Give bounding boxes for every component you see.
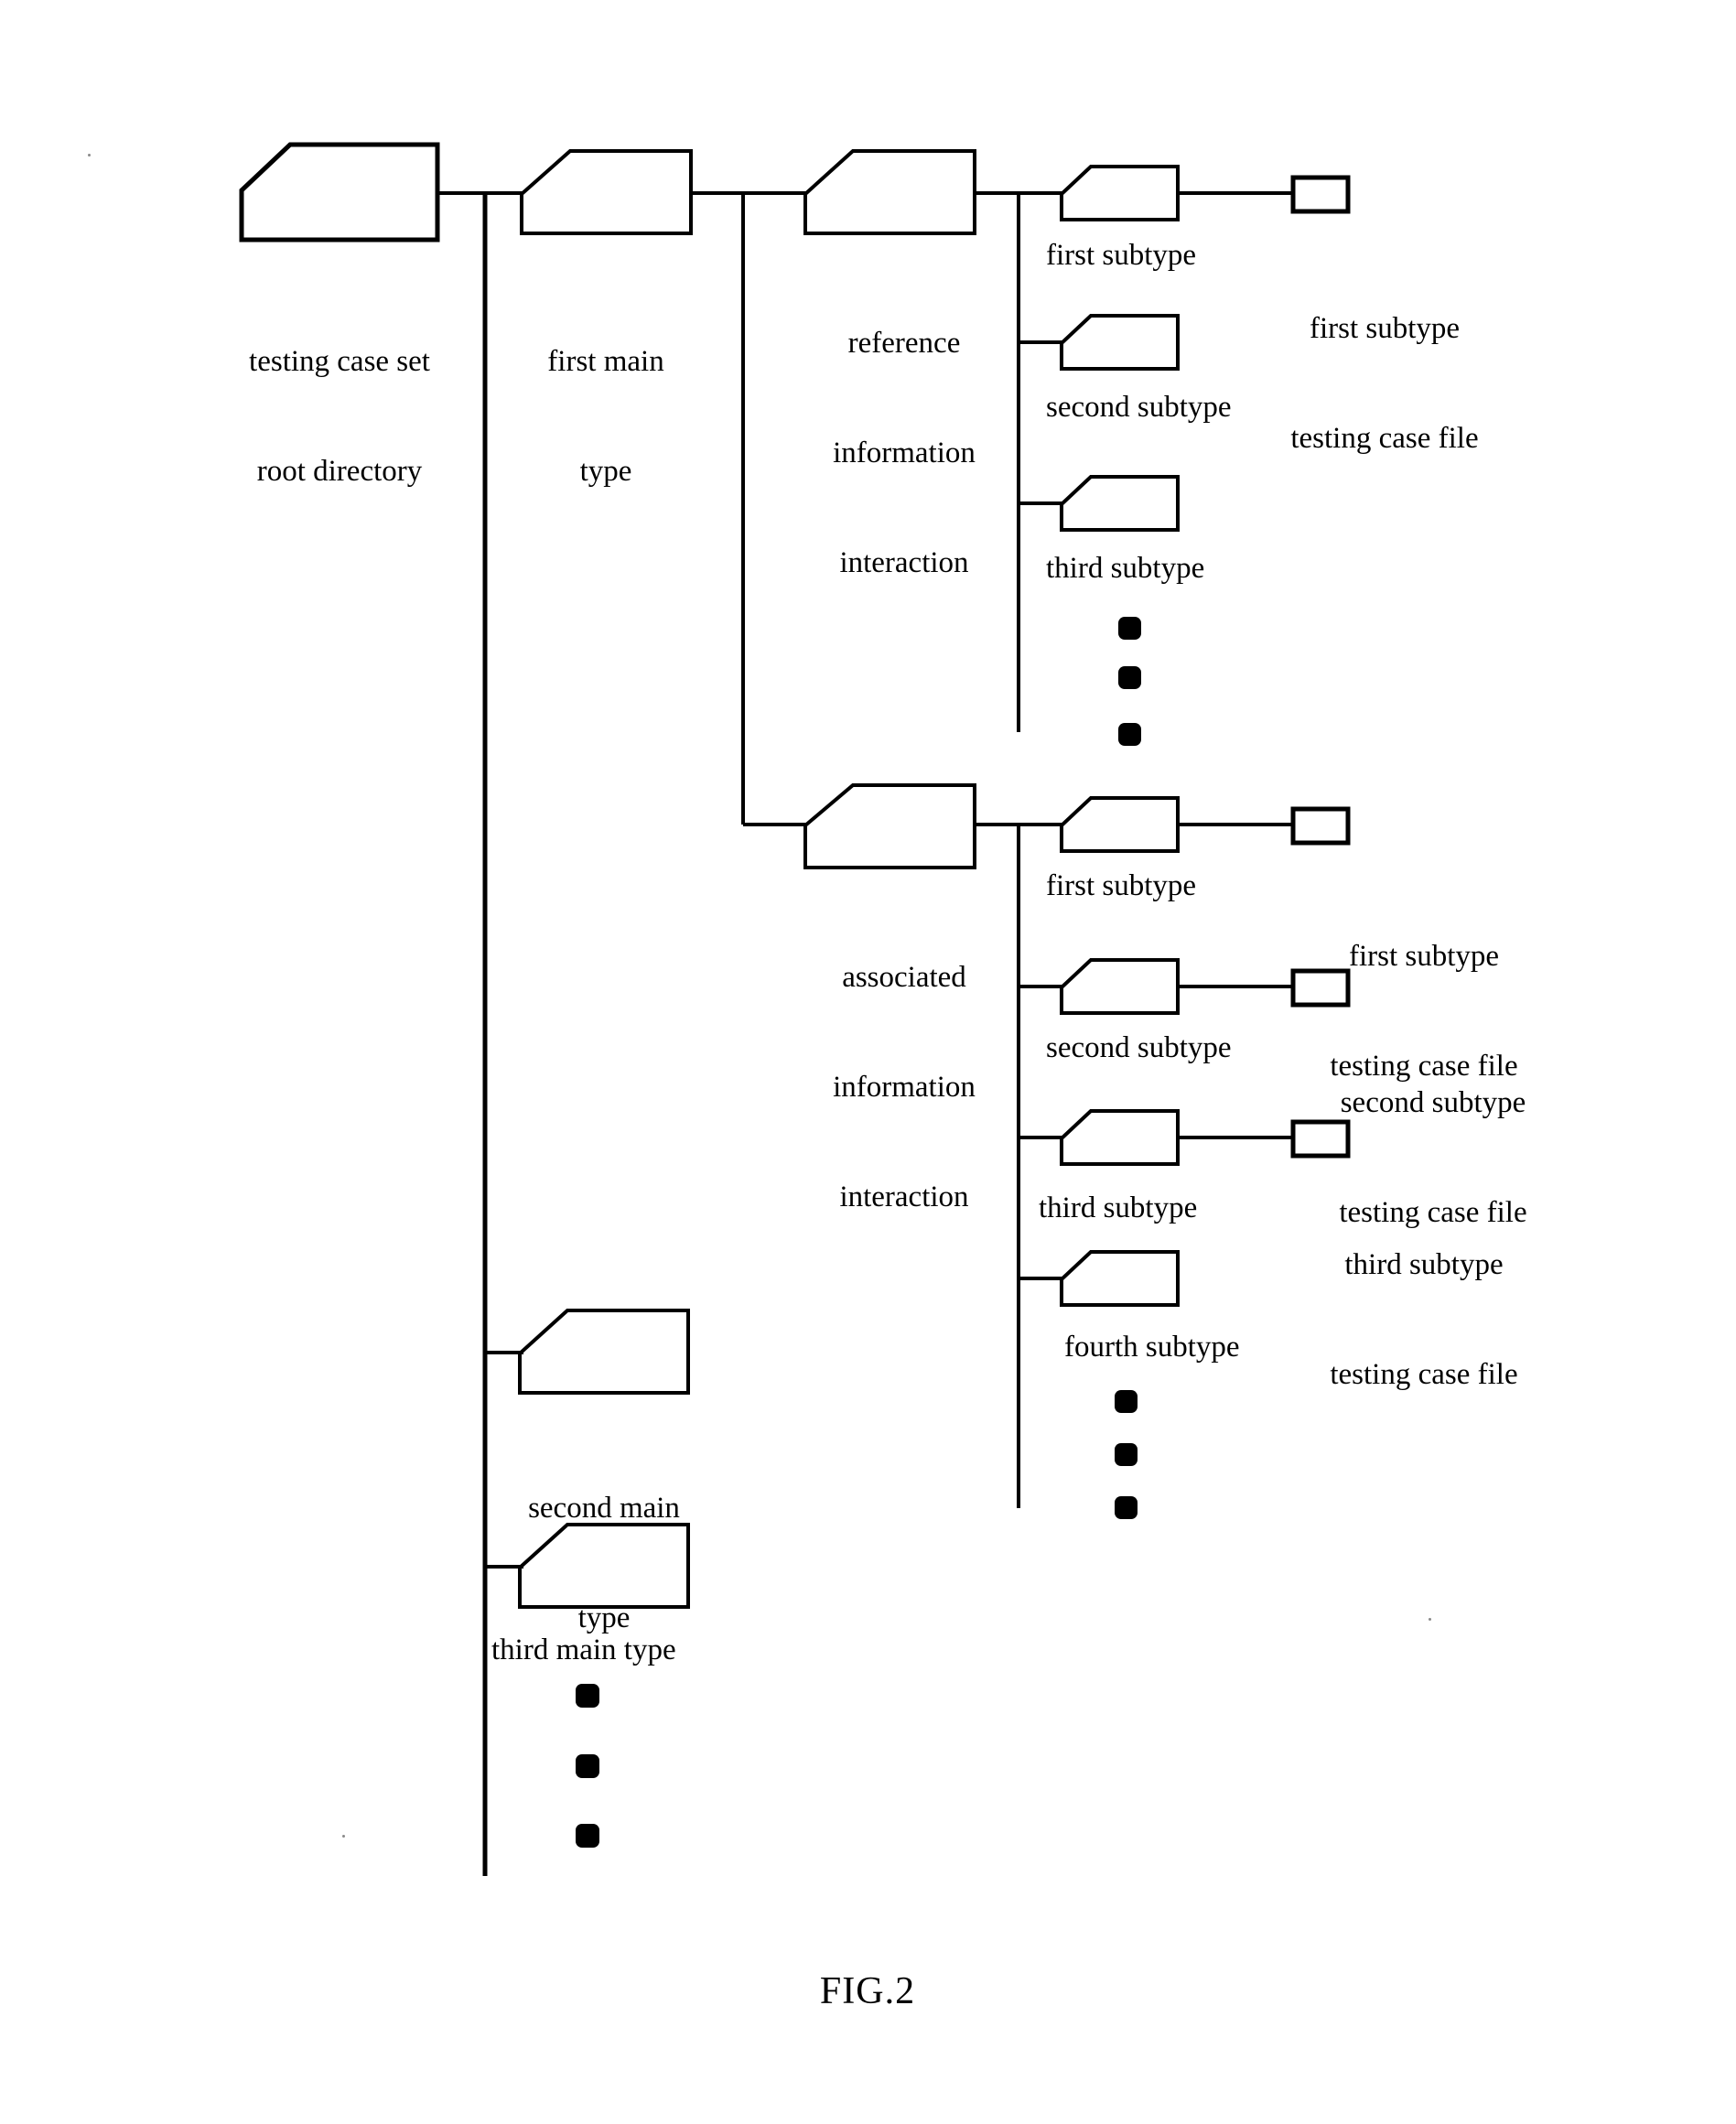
label-associated-subtype-3-file-line2: testing case file	[1330, 1358, 1518, 1391]
folder-icon-reference-subtype-2	[1060, 314, 1180, 371]
label-associated-subtype-3-file: third subtype testing case file	[1259, 1173, 1589, 1466]
figure-caption: FIG.2	[819, 1970, 916, 2012]
folder-icon-associated-subtype-3	[1060, 1109, 1180, 1166]
label-reference-subtype-1-file-line1: first subtype	[1309, 312, 1461, 345]
label-associated-line2: information	[833, 1071, 976, 1104]
label-associated-subtype-1-file-line1: first subtype	[1348, 940, 1500, 973]
label-associated-line1: associated	[842, 961, 966, 994]
label-root: testing case set root directory	[193, 270, 486, 563]
folder-icon-root	[239, 142, 440, 243]
ellipsis-dot	[1118, 723, 1141, 746]
label-associated-subtype-3: third subtype	[1039, 1191, 1198, 1224]
label-associated-subtype-2-file-line1: second subtype	[1340, 1086, 1526, 1119]
file-icon-reference-subtype-1	[1290, 175, 1351, 214]
file-icon-associated-subtype-1	[1290, 806, 1351, 846]
folder-icon-second-main-type	[518, 1309, 690, 1395]
label-associated-subtype-2: second subtype	[1046, 1031, 1232, 1064]
label-associated-subtype-3-file-line1: third subtype	[1344, 1248, 1504, 1281]
label-reference-subtype-2: second subtype	[1046, 391, 1232, 424]
scan-speck	[342, 1835, 345, 1838]
ellipsis-dot	[1118, 666, 1141, 689]
ellipsis-dot	[576, 1754, 599, 1778]
label-reference-line1: reference	[847, 327, 961, 360]
label-first-main-type-line2: type	[579, 455, 632, 488]
label-second-main-type-line2: type	[577, 1601, 631, 1634]
label-reference-subtype-1-file: first subtype testing case file	[1229, 237, 1540, 530]
folder-icon-first-main-type	[520, 149, 693, 235]
ellipsis-dot	[1118, 617, 1141, 640]
scan-speck	[88, 154, 91, 156]
label-associated-line3: interaction	[839, 1181, 969, 1213]
label-reference-subtype-3: third subtype	[1046, 552, 1205, 585]
folder-icon-associated-subtype-1	[1060, 796, 1180, 853]
label-reference-information-interaction: reference information interaction	[790, 252, 1019, 654]
folder-icon-associated-information-interaction	[803, 783, 976, 869]
reference-subtype-ellipsis	[1118, 617, 1141, 746]
folder-icon-reference-information-interaction	[803, 149, 976, 235]
ellipsis-dot	[576, 1824, 599, 1848]
label-second-main-type-line1: second main	[528, 1492, 680, 1525]
associated-subtype-ellipsis	[1115, 1390, 1138, 1519]
label-reference-line2: information	[833, 437, 976, 469]
ellipsis-dot	[1115, 1390, 1138, 1413]
label-reference-subtype-1-file-line2: testing case file	[1290, 422, 1479, 455]
label-associated-subtype-1: first subtype	[1046, 869, 1197, 902]
label-associated-information-interaction: associated information interaction	[790, 886, 1019, 1288]
folder-icon-associated-subtype-4	[1060, 1250, 1180, 1307]
label-root-line2: root directory	[256, 455, 423, 488]
ellipsis-dot	[1115, 1496, 1138, 1519]
label-third-main-type: third main type	[491, 1633, 676, 1666]
scan-speck	[1429, 1618, 1431, 1621]
ellipsis-dot	[1115, 1443, 1138, 1466]
label-first-main-type: first main type	[496, 270, 716, 563]
label-first-main-type-line1: first main	[547, 345, 664, 378]
label-reference-line3: interaction	[839, 546, 969, 579]
folder-icon-reference-subtype-1	[1060, 165, 1180, 221]
label-associated-subtype-4: fourth subtype	[1064, 1331, 1240, 1364]
label-reference-subtype-1: first subtype	[1046, 239, 1197, 272]
folder-icon-associated-subtype-2	[1060, 958, 1180, 1015]
label-root-line1: testing case set	[249, 345, 430, 378]
folder-icon-reference-subtype-3	[1060, 475, 1180, 532]
figure-page: testing case set root directory first ma…	[0, 0, 1736, 2124]
